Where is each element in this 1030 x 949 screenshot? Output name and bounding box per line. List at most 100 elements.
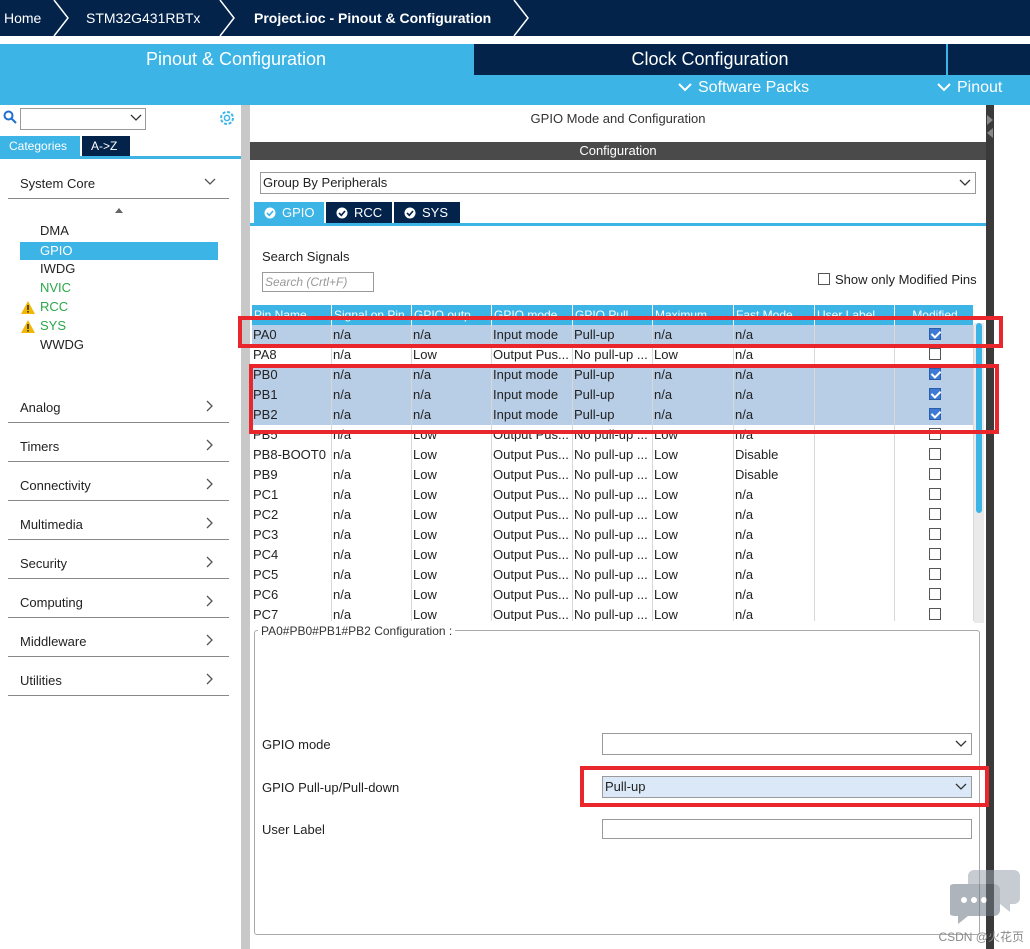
table-row[interactable]: PC2 n/a Low Output Pus... No pull-up ... Low n… <box>252 505 974 525</box>
table-row[interactable]: PB8-BOOT0 n/a Low Output Pus... No pull-up .… <box>252 445 974 465</box>
breadcrumb-chip[interactable]: STM32G431RBTx <box>86 0 200 36</box>
cell-fast: n/a <box>734 365 815 385</box>
sidebar-item-wwdg[interactable]: WWDG <box>40 337 84 352</box>
sidebar-group-timers[interactable]: Timers <box>20 439 216 454</box>
sidebar-item-nvic[interactable]: NVIC <box>40 280 71 295</box>
modified-checkbox[interactable] <box>928 548 941 560</box>
table-row[interactable]: PC4 n/a Low Output Pus... No pull-up ... Low n… <box>252 545 974 565</box>
breadcrumb-home[interactable]: Home <box>4 0 41 36</box>
modified-checkbox[interactable] <box>928 428 941 440</box>
scroll-thumb[interactable] <box>976 323 982 513</box>
sidebar-group-utilities[interactable]: Utilities <box>20 673 216 688</box>
table-row[interactable]: PB1 n/a n/a Input mode Pull-up n/a n/a <box>252 385 974 405</box>
tab-clock-configuration[interactable]: Clock Configuration <box>474 44 946 75</box>
sidebar-group-computing[interactable]: Computing <box>20 595 216 610</box>
gpio-config-panel: GPIO Mode and Configuration Configuratio… <box>250 105 1030 949</box>
software-packs-menu[interactable]: Software Packs <box>678 79 809 97</box>
tab-categories[interactable]: Categories <box>0 136 80 156</box>
group-label: Analog <box>20 400 61 415</box>
modified-checkbox[interactable] <box>928 348 941 360</box>
table-row[interactable]: PC5 n/a Low Output Pus... No pull-up ... Low n… <box>252 565 974 585</box>
cell-fast: n/a <box>734 565 815 585</box>
tab-sys[interactable]: SYS <box>394 202 460 224</box>
table-row[interactable]: PA8 n/a Low Output Pus... No pull-up ... Low n… <box>252 345 974 365</box>
cell-pin: PC7 <box>252 605 332 621</box>
column-header[interactable]: GPIO Pull... <box>573 305 653 325</box>
cell-output: Low <box>412 445 492 465</box>
search-icon[interactable] <box>3 110 17 124</box>
column-header[interactable]: User Label <box>815 305 895 325</box>
column-header[interactable]: GPIO mode <box>492 305 573 325</box>
cell-output: Low <box>412 525 492 545</box>
category-search-combo[interactable] <box>20 108 146 130</box>
table-row[interactable]: PC3 n/a Low Output Pus... No pull-up ... Low n… <box>252 525 974 545</box>
sidebar-item-dma[interactable]: DMA <box>40 223 69 238</box>
collapse-arrow-icon[interactable] <box>987 113 993 139</box>
sidebar-group-analog[interactable]: Analog <box>20 400 216 415</box>
modified-checkbox[interactable] <box>928 528 941 540</box>
warning-icon <box>21 320 35 333</box>
gear-icon[interactable] <box>218 109 236 127</box>
table-row[interactable]: PB0 n/a n/a Input mode Pull-up n/a n/a <box>252 365 974 385</box>
table-row[interactable]: PA0 n/a n/a Input mode Pull-up n/a n/a <box>252 325 974 345</box>
modified-checkbox[interactable] <box>928 608 941 620</box>
column-header[interactable]: Fast Mode <box>734 305 815 325</box>
sidebar-item-gpio[interactable]: GPIO <box>20 242 218 260</box>
sidebar-item-sys[interactable]: SYS <box>40 318 66 333</box>
sidebar-group-system-core[interactable]: System Core <box>20 176 216 191</box>
modified-checkbox[interactable] <box>928 508 941 520</box>
pinout-menu[interactable]: Pinout <box>937 79 1002 97</box>
modified-checkbox[interactable] <box>928 468 941 480</box>
cell-label <box>815 325 895 345</box>
table-row[interactable]: PC7 n/a Low Output Pus... No pull-up ... Low n… <box>252 605 974 621</box>
sidebar-group-connectivity[interactable]: Connectivity <box>20 478 216 493</box>
sidebar-group-multimedia[interactable]: Multimedia <box>20 517 216 532</box>
chevron-down-icon <box>959 179 971 186</box>
cell-label <box>815 445 895 465</box>
gpio-pull-select[interactable]: Pull-up <box>602 776 972 798</box>
modified-checkbox[interactable] <box>928 488 941 500</box>
modified-checkbox[interactable] <box>928 328 941 340</box>
tab-rcc[interactable]: RCC <box>326 202 392 224</box>
user-label-input[interactable] <box>602 819 972 839</box>
table-row[interactable]: PB5 n/a Low Output Pus... No pull-up ... Low n… <box>252 425 974 445</box>
modified-checkbox[interactable] <box>928 568 941 580</box>
tab-gpio[interactable]: GPIO <box>254 202 324 224</box>
column-header[interactable]: Signal on Pin <box>332 305 412 325</box>
group-by-select[interactable]: Group By Peripherals <box>260 172 976 194</box>
table-row[interactable]: PC6 n/a Low Output Pus... No pull-up ... Low n… <box>252 585 974 605</box>
modified-checkbox[interactable] <box>928 408 941 420</box>
cell-label <box>815 565 895 585</box>
table-row[interactable]: PC1 n/a Low Output Pus... No pull-up ... Low n… <box>252 485 974 505</box>
cell-output: n/a <box>412 365 492 385</box>
column-header[interactable]: Maximum ... <box>653 305 734 325</box>
tab-pinout-configuration[interactable]: Pinout & Configuration <box>0 44 472 75</box>
sidebar-group-security[interactable]: Security <box>20 556 216 571</box>
modified-checkbox[interactable] <box>928 368 941 380</box>
checkbox[interactable] <box>818 273 830 285</box>
tab-extra[interactable] <box>948 44 1030 75</box>
column-header[interactable]: Modified <box>895 305 974 325</box>
show-modified-checkbox[interactable]: Show only Modified Pins <box>818 272 977 287</box>
show-modified-label: Show only Modified Pins <box>835 272 977 287</box>
breadcrumb-project[interactable]: Project.ioc - Pinout & Configuration <box>254 0 491 36</box>
modified-checkbox[interactable] <box>928 448 941 460</box>
column-header[interactable]: Pin Name <box>252 305 332 325</box>
table-row[interactable]: PB9 n/a Low Output Pus... No pull-up ... Low D… <box>252 465 974 485</box>
modified-checkbox[interactable] <box>928 388 941 400</box>
search-signals-input[interactable]: Search (Crtl+F) <box>262 272 374 292</box>
column-header[interactable]: GPIO outp... <box>412 305 492 325</box>
tab-underline <box>250 223 986 226</box>
table-scrollbar[interactable] <box>974 323 984 623</box>
cell-mode: Output Pus... <box>492 445 573 465</box>
sidebar-item-iwdg[interactable]: IWDG <box>40 261 75 276</box>
panel-splitter[interactable] <box>241 105 250 949</box>
table-row[interactable]: PB2 n/a n/a Input mode Pull-up n/a n/a <box>252 405 974 425</box>
sort-up-icon[interactable] <box>114 207 124 215</box>
tab-a-z[interactable]: A->Z <box>82 136 130 156</box>
panel-scrollbar[interactable] <box>986 105 994 949</box>
gpio-mode-select[interactable] <box>602 733 972 755</box>
modified-checkbox[interactable] <box>928 588 941 600</box>
sidebar-group-middleware[interactable]: Middleware <box>20 634 216 649</box>
sidebar-item-rcc[interactable]: RCC <box>40 299 68 314</box>
